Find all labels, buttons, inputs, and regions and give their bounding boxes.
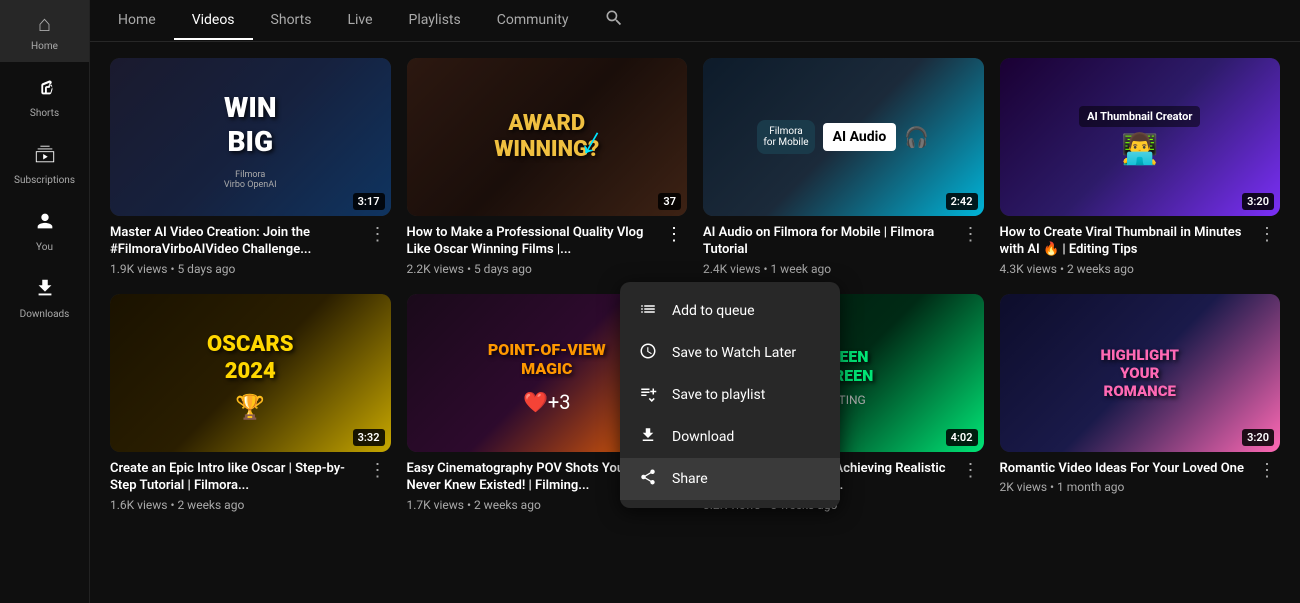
tab-videos[interactable]: Videos bbox=[174, 2, 253, 40]
video-meta-4: 4.3K views • 2 weeks ago bbox=[1000, 262, 1247, 276]
video-title-2: How to Make a Professional Quality Vlog … bbox=[407, 224, 654, 259]
menu-share[interactable]: Share bbox=[620, 458, 840, 500]
video-card-1[interactable]: WINBIG FilmoraVirbo OpenAI 3:17 Master A… bbox=[110, 58, 391, 276]
playlist-icon bbox=[638, 384, 658, 406]
thumbnail-4: AI Thumbnail Creator 👨‍💻 3:20 bbox=[1000, 58, 1281, 216]
menu-label-share: Share bbox=[672, 471, 708, 487]
thumbnail-1: WINBIG FilmoraVirbo OpenAI 3:17 bbox=[110, 58, 391, 216]
more-button-2[interactable]: ⋮ bbox=[661, 224, 687, 246]
sidebar-label-home: Home bbox=[31, 41, 58, 52]
sidebar-item-downloads[interactable]: Downloads bbox=[0, 263, 89, 330]
sidebar-item-home[interactable]: ⌂ Home bbox=[0, 0, 89, 62]
sidebar-item-you[interactable]: You bbox=[0, 196, 89, 263]
thumbnail-3: Filmorafor Mobile AI Audio 🎧 2:42 bbox=[703, 58, 984, 216]
sidebar-label-shorts: Shorts bbox=[30, 108, 59, 119]
video-info-4: How to Create Viral Thumbnail in Minutes… bbox=[1000, 224, 1281, 276]
videos-area: WINBIG FilmoraVirbo OpenAI 3:17 Master A… bbox=[90, 42, 1300, 603]
menu-watch-later[interactable]: Save to Watch Later bbox=[620, 332, 840, 374]
tab-playlists[interactable]: Playlists bbox=[391, 2, 479, 40]
tab-shorts[interactable]: Shorts bbox=[253, 2, 330, 40]
video-info-2: How to Make a Professional Quality Vlog … bbox=[407, 224, 688, 276]
sidebar-label-subscriptions: Subscriptions bbox=[14, 175, 75, 186]
video-meta-5: 1.6K views • 2 weeks ago bbox=[110, 498, 357, 512]
video-text-6: Easy Cinematography POV Shots You Never … bbox=[407, 460, 654, 512]
sidebar-item-shorts[interactable]: Shorts bbox=[0, 62, 89, 129]
shorts-icon bbox=[34, 76, 56, 103]
video-info-3: AI Audio on Filmora for Mobile | Filmora… bbox=[703, 224, 984, 276]
sidebar-label-downloads: Downloads bbox=[20, 309, 70, 320]
more-button-5[interactable]: ⋮ bbox=[365, 460, 391, 482]
video-text-2: How to Make a Professional Quality Vlog … bbox=[407, 224, 654, 276]
duration-5: 3:32 bbox=[353, 429, 385, 446]
tab-live[interactable]: Live bbox=[329, 2, 390, 40]
menu-playlist[interactable]: Save to playlist bbox=[620, 374, 840, 416]
video-card-2[interactable]: AWARDWINNING? ↓ 37 How to Make a Profess… bbox=[407, 58, 688, 276]
video-text-5: Create an Epic Intro like Oscar | Step-b… bbox=[110, 460, 357, 512]
sidebar-label-you: You bbox=[36, 242, 53, 253]
video-text-1: Master AI Video Creation: Join the #Film… bbox=[110, 224, 357, 276]
video-info-1: Master AI Video Creation: Join the #Film… bbox=[110, 224, 391, 276]
video-meta-1: 1.9K views • 5 days ago bbox=[110, 262, 357, 276]
duration-8: 3:20 bbox=[1242, 429, 1274, 446]
downloads-icon bbox=[34, 277, 56, 304]
video-title-6: Easy Cinematography POV Shots You Never … bbox=[407, 460, 654, 495]
menu-label-download: Download bbox=[672, 429, 734, 445]
thumbnail-2: AWARDWINNING? ↓ 37 bbox=[407, 58, 688, 216]
queue-icon bbox=[638, 300, 658, 322]
duration-3: 2:42 bbox=[946, 193, 978, 210]
menu-label-playlist: Save to playlist bbox=[672, 387, 765, 403]
video-title-4: How to Create Viral Thumbnail in Minutes… bbox=[1000, 224, 1247, 259]
video-text-8: Romantic Video Ideas For Your Loved One … bbox=[1000, 460, 1247, 495]
main-content: Home Videos Shorts Live Playlists Commun… bbox=[90, 0, 1300, 603]
video-card-8[interactable]: HIGHLIGHTYOURROMANCE 3:20 Romantic Video… bbox=[1000, 294, 1281, 512]
share-icon bbox=[638, 468, 658, 490]
video-text-4: How to Create Viral Thumbnail in Minutes… bbox=[1000, 224, 1247, 276]
you-icon bbox=[34, 210, 56, 237]
duration-4: 3:20 bbox=[1242, 193, 1274, 210]
tab-home[interactable]: Home bbox=[100, 2, 174, 40]
video-title-3: AI Audio on Filmora for Mobile | Filmora… bbox=[703, 224, 950, 259]
video-title-1: Master AI Video Creation: Join the #Film… bbox=[110, 224, 357, 259]
context-menu: Add to queue Save to Watch Later Save to… bbox=[620, 282, 840, 508]
duration-1: 3:17 bbox=[353, 193, 385, 210]
video-card-5[interactable]: OSCARS2024 🏆 3:32 Create an Epic Intro l… bbox=[110, 294, 391, 512]
download-icon bbox=[638, 426, 658, 448]
thumbnail-5: OSCARS2024 🏆 3:32 bbox=[110, 294, 391, 452]
home-icon: ⌂ bbox=[38, 14, 51, 36]
duration-7: 4:02 bbox=[946, 429, 978, 446]
video-meta-6: 1.7K views • 2 weeks ago bbox=[407, 498, 654, 512]
thumbnail-8: HIGHLIGHTYOURROMANCE 3:20 bbox=[1000, 294, 1281, 452]
video-title-8: Romantic Video Ideas For Your Loved One bbox=[1000, 460, 1247, 478]
menu-download[interactable]: Download bbox=[620, 416, 840, 458]
more-button-3[interactable]: ⋮ bbox=[958, 224, 984, 246]
video-text-3: AI Audio on Filmora for Mobile | Filmora… bbox=[703, 224, 950, 276]
clock-icon bbox=[638, 342, 658, 364]
video-info-8: Romantic Video Ideas For Your Loved One … bbox=[1000, 460, 1281, 495]
video-meta-3: 2.4K views • 1 week ago bbox=[703, 262, 950, 276]
video-card-3[interactable]: Filmorafor Mobile AI Audio 🎧 2:42 AI Aud… bbox=[703, 58, 984, 276]
more-button-8[interactable]: ⋮ bbox=[1254, 460, 1280, 482]
more-button-1[interactable]: ⋮ bbox=[365, 224, 391, 246]
channel-nav: Home Videos Shorts Live Playlists Commun… bbox=[90, 0, 1300, 42]
tab-community[interactable]: Community bbox=[479, 2, 587, 40]
menu-add-queue[interactable]: Add to queue bbox=[620, 290, 840, 332]
subscriptions-icon bbox=[34, 143, 56, 170]
more-button-7[interactable]: ⋮ bbox=[958, 460, 984, 482]
duration-2: 37 bbox=[658, 193, 681, 210]
menu-label-queue: Add to queue bbox=[672, 303, 755, 319]
video-meta-2: 2.2K views • 5 days ago bbox=[407, 262, 654, 276]
video-info-5: Create an Epic Intro like Oscar | Step-b… bbox=[110, 460, 391, 512]
menu-label-watch-later: Save to Watch Later bbox=[672, 345, 796, 361]
video-card-4[interactable]: AI Thumbnail Creator 👨‍💻 3:20 How to Cre… bbox=[1000, 58, 1281, 276]
video-meta-8: 2K views • 1 month ago bbox=[1000, 480, 1247, 494]
video-title-5: Create an Epic Intro like Oscar | Step-b… bbox=[110, 460, 357, 495]
search-icon[interactable] bbox=[596, 0, 632, 41]
more-button-4[interactable]: ⋮ bbox=[1254, 224, 1280, 246]
sidebar: ⌂ Home Shorts Subscriptions You Download… bbox=[0, 0, 90, 603]
sidebar-item-subscriptions[interactable]: Subscriptions bbox=[0, 129, 89, 196]
